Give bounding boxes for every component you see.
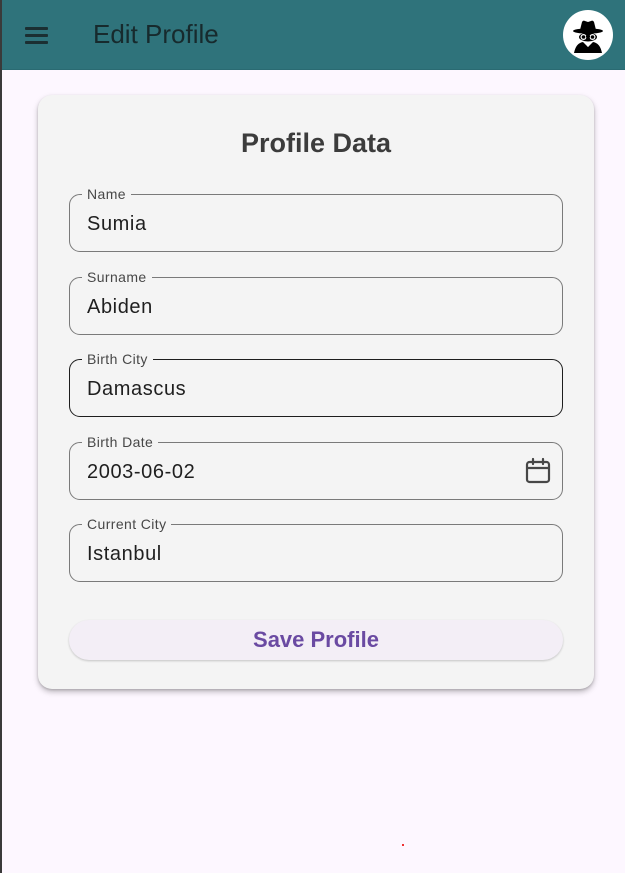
calendar-button[interactable] [524, 457, 552, 485]
page-title: Edit Profile [93, 19, 219, 49]
surname-label: Surname [82, 268, 152, 286]
avatar-button[interactable] [563, 10, 613, 60]
current-city-label: Current City [82, 515, 172, 533]
name-value: Sumia [87, 213, 147, 235]
surname-field[interactable]: Surname Abiden [69, 268, 563, 335]
birth-date-field[interactable]: Birth Date 2003-06-02 [69, 433, 563, 500]
name-field[interactable]: Name Sumia [69, 185, 563, 252]
birth-city-value: Damascus [87, 378, 187, 400]
app-bar: Edit Profile [2, 0, 625, 70]
menu-icon-bar [25, 41, 48, 44]
save-profile-button[interactable]: Save Profile [69, 620, 563, 660]
stray-dot [402, 844, 404, 846]
surname-value: Abiden [87, 296, 153, 318]
birth-date-label: Birth Date [82, 433, 159, 451]
card-title: Profile Data [240, 128, 392, 158]
menu-icon-bar [25, 27, 48, 30]
menu-icon-bar [25, 34, 48, 37]
menu-button[interactable] [18, 19, 54, 51]
calendar-icon [525, 457, 551, 484]
incognito-spy-icon [573, 20, 603, 53]
birth-city-label: Birth City [82, 350, 153, 368]
birth-date-value: 2003-06-02 [87, 461, 196, 483]
birth-city-field[interactable]: Birth City Damascus [69, 350, 563, 417]
current-city-value: Istanbul [87, 543, 162, 565]
name-label: Name [82, 185, 131, 203]
profile-card: Profile Data Name Sumia Surname Abiden B… [38, 95, 594, 689]
current-city-field[interactable]: Current City Istanbul [69, 515, 563, 582]
